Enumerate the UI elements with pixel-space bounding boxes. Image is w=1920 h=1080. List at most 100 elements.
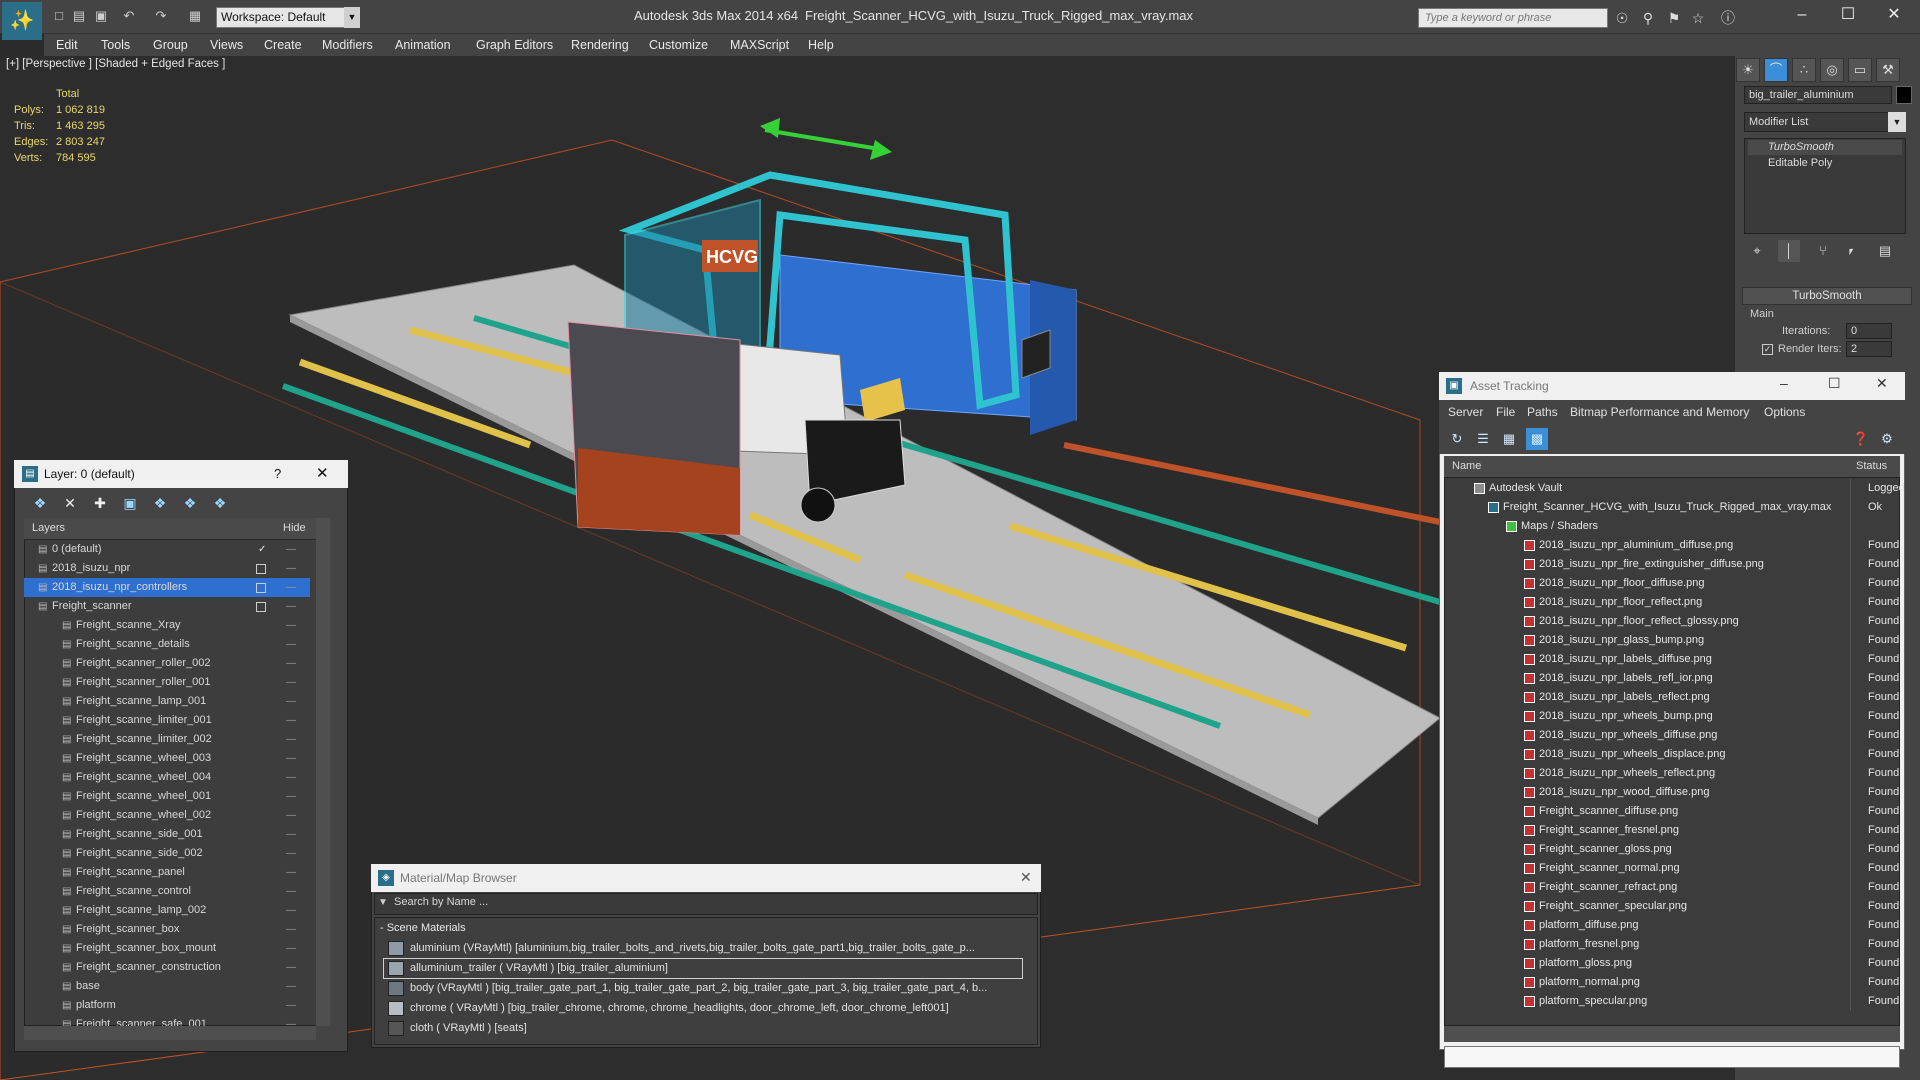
hide-toggle[interactable]: —: [286, 958, 296, 977]
layer-row[interactable]: ▤ Freight_scanne_limiter_001 —: [24, 711, 310, 730]
hide-checkbox[interactable]: [256, 602, 266, 612]
table-icon[interactable]: ▩: [1526, 428, 1548, 450]
layer-row[interactable]: ▤ platform —: [24, 996, 310, 1015]
list-icon[interactable]: ☰: [1472, 428, 1494, 450]
hide-toggle[interactable]: —: [286, 616, 296, 635]
layer-row[interactable]: ▤ Freight_scanner_box —: [24, 920, 310, 939]
asset-row[interactable]: Freight_scanner_diffuse.png Found: [1444, 802, 1900, 821]
close-icon[interactable]: ✕: [1876, 375, 1888, 392]
max-logo-icon[interactable]: ✨: [2, 2, 42, 40]
motion-icon[interactable]: ◎: [1820, 58, 1844, 82]
asset-row[interactable]: platform_fresnel.png Found: [1444, 935, 1900, 954]
hierarchy-icon[interactable]: ∴: [1792, 58, 1816, 82]
hide-toggle[interactable]: —: [286, 844, 296, 863]
asset-row[interactable]: 2018_isuzu_npr_wheels_bump.png Found: [1444, 707, 1900, 726]
layer-row[interactable]: ▤ Freight_scanne_wheel_002 —: [24, 806, 310, 825]
help-icon[interactable]: ❓: [1850, 428, 1872, 450]
delete-icon[interactable]: ✕: [58, 492, 82, 514]
layer-row[interactable]: ▤ Freight_scanne_lamp_002 —: [24, 901, 310, 920]
sun-icon[interactable]: ☀: [1736, 58, 1760, 82]
remove-modifier-icon[interactable]: ⎖: [1840, 240, 1862, 262]
chevron-down-icon[interactable]: ▼: [1888, 112, 1906, 132]
freeze-all-icon[interactable]: ❖: [208, 492, 232, 514]
minimize-icon[interactable]: –: [1780, 375, 1788, 391]
close-icon[interactable]: ✕: [1020, 869, 1032, 886]
layer-new-icon[interactable]: ❖: [28, 492, 52, 514]
binoculars-icon[interactable]: ☉: [1612, 8, 1632, 28]
filter-icon[interactable]: ▼: [378, 897, 388, 908]
asset-row[interactable]: 2018_isuzu_npr_labels_diffuse.png Found: [1444, 650, 1900, 669]
hide-toggle[interactable]: —: [286, 768, 296, 787]
configure-icon[interactable]: ▤: [1874, 240, 1896, 262]
render-iters-checkbox[interactable]: ✓: [1762, 344, 1773, 355]
hide-toggle[interactable]: —: [286, 559, 296, 578]
hide-toggle[interactable]: —: [286, 806, 296, 825]
iterations-spinner[interactable]: 0: [1846, 323, 1892, 339]
asset-row[interactable]: 2018_isuzu_npr_wood_diffuse.png Found: [1444, 783, 1900, 802]
asset-row[interactable]: Freight_scanner_normal.png Found: [1444, 859, 1900, 878]
layer-row[interactable]: ▤ Freight_scanne_lamp_001 —: [24, 692, 310, 711]
select-objects-icon[interactable]: ▣: [118, 492, 142, 514]
material-row[interactable]: alluminium_trailer ( VRayMtl ) [big_trai…: [383, 958, 1023, 979]
asset-row[interactable]: Freight_scanner_specular.png Found: [1444, 897, 1900, 916]
menu-graph-editors[interactable]: Graph Editors: [476, 34, 553, 56]
column-status[interactable]: Status: [1856, 460, 1887, 472]
hide-toggle[interactable]: —: [286, 901, 296, 920]
show-end-result-icon[interactable]: │: [1778, 240, 1800, 262]
menu-modifiers[interactable]: Modifiers: [322, 34, 373, 56]
new-icon[interactable]: □: [50, 8, 68, 24]
layer-row[interactable]: ▤ Freight_scanner_construction —: [24, 958, 310, 977]
layer-row[interactable]: ▤ Freight_scanne_side_001 —: [24, 825, 310, 844]
material-row[interactable]: body (VRayMtl ) [big_trailer_gate_part_1…: [384, 979, 1022, 998]
hide-toggle[interactable]: —: [286, 730, 296, 749]
layer-row[interactable]: ▤ Freight_scanne_control —: [24, 882, 310, 901]
asset-menu-file[interactable]: File: [1496, 405, 1515, 419]
material-row[interactable]: aluminium (VRayMtl) [aluminium,big_trail…: [384, 939, 1022, 958]
layer-row[interactable]: ▤ Freight_scanne_Xray —: [24, 616, 310, 635]
asset-row[interactable]: 2018_isuzu_npr_glass_bump.png Found: [1444, 631, 1900, 650]
display-icon[interactable]: ▭: [1848, 58, 1872, 82]
asset-row[interactable]: Freight_scanner_refract.png Found: [1444, 878, 1900, 897]
chevron-down-icon[interactable]: ▼: [344, 7, 360, 28]
layer-row[interactable]: ▤ Freight_scanner_roller_001 —: [24, 673, 310, 692]
asset-row[interactable]: Freight_scanner_fresnel.png Found: [1444, 821, 1900, 840]
layer-row[interactable]: ▤ Freight_scanne_wheel_003 —: [24, 749, 310, 768]
close-icon[interactable]: ✕: [316, 464, 329, 482]
material-search-input[interactable]: Search by Name ...: [394, 896, 488, 908]
menu-help[interactable]: Help: [808, 34, 834, 56]
asset-row[interactable]: 2018_isuzu_npr_aluminium_diffuse.png Foun…: [1444, 536, 1900, 555]
asset-row[interactable]: platform_specular.png Found: [1444, 992, 1900, 1011]
refresh-icon[interactable]: ↻: [1446, 428, 1468, 450]
undo-icon[interactable]: ↶: [120, 8, 138, 24]
maximize-icon[interactable]: ☐: [1828, 375, 1841, 392]
object-color-swatch[interactable]: [1896, 86, 1912, 104]
menu-animation[interactable]: Animation: [395, 34, 451, 56]
make-unique-icon[interactable]: ⑂: [1812, 240, 1834, 262]
menu-edit[interactable]: Edit: [56, 34, 78, 56]
asset-row[interactable]: platform_diffuse.png Found: [1444, 916, 1900, 935]
render-iters-spinner[interactable]: 2: [1846, 341, 1892, 357]
stack-item-editable-poly[interactable]: Editable Poly: [1748, 156, 1902, 171]
layer-hscrollbar[interactable]: [24, 1026, 316, 1040]
asset-row[interactable]: 2018_isuzu_npr_fire_extinguisher_diffuse…: [1444, 555, 1900, 574]
asset-menu-server[interactable]: Server: [1448, 405, 1483, 419]
layer-row[interactable]: ▤ Freight_scanne_wheel_001 —: [24, 787, 310, 806]
curve-icon[interactable]: ⌒: [1764, 58, 1788, 82]
object-name-field[interactable]: big_trailer_aluminium: [1744, 86, 1892, 104]
hide-toggle[interactable]: —: [286, 825, 296, 844]
asset-row[interactable]: Freight_scanner_gloss.png Found: [1444, 840, 1900, 859]
asset-menu-options[interactable]: Options: [1764, 405, 1805, 419]
hide-toggle[interactable]: —: [286, 578, 296, 597]
layer-row[interactable]: ▤ 2018_isuzu_npr —: [24, 559, 310, 578]
menu-customize[interactable]: Customize: [649, 34, 708, 56]
asset-row[interactable]: 2018_isuzu_npr_wheels_diffuse.png Found: [1444, 726, 1900, 745]
column-hide[interactable]: Hide: [283, 522, 306, 534]
close-icon[interactable]: ✕: [1874, 4, 1914, 26]
asset-row[interactable]: 2018_isuzu_npr_wheels_reflect.png Found: [1444, 764, 1900, 783]
hide-toggle[interactable]: —: [286, 673, 296, 692]
scene-materials-group[interactable]: - Scene Materials: [380, 922, 466, 934]
hide-toggle[interactable]: —: [286, 654, 296, 673]
add-icon[interactable]: ✚: [88, 492, 112, 514]
layer-row[interactable]: ▤ Freight_scanne_limiter_002 —: [24, 730, 310, 749]
asset-row[interactable]: Autodesk Vault Logged: [1444, 479, 1905, 498]
